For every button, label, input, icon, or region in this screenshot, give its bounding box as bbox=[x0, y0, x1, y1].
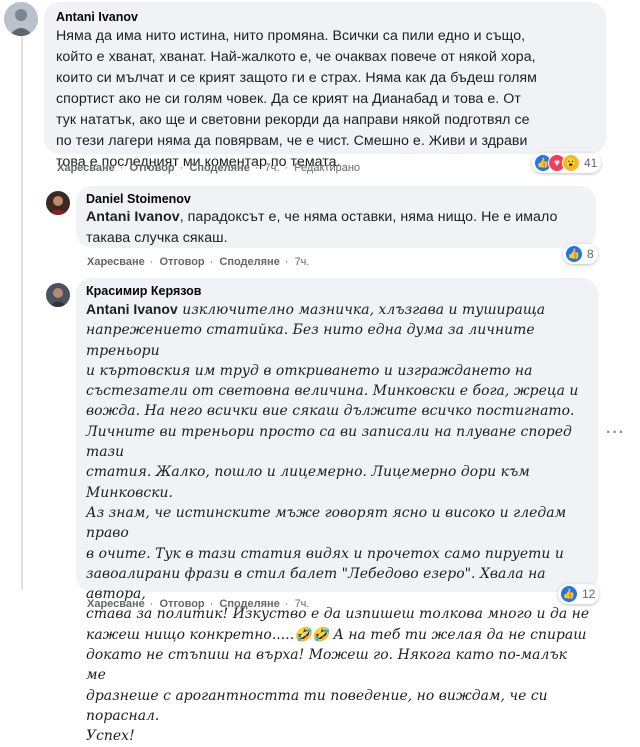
mention-link[interactable]: Antani Ivanov bbox=[86, 301, 178, 317]
comment-text: Antani Ivanov, парадоксът е, че няма ост… bbox=[86, 207, 586, 249]
reaction-summary[interactable]: 👍 12 bbox=[558, 584, 600, 604]
comment-line: изключително мазничка, хлъзгава и тушира… bbox=[177, 302, 546, 318]
like-icon: 👍 bbox=[560, 585, 578, 603]
person-photo-icon bbox=[46, 191, 70, 215]
reaction-summary[interactable]: 👍 8 bbox=[563, 244, 598, 264]
reply-link[interactable]: Отговор bbox=[160, 256, 205, 268]
avatar[interactable] bbox=[46, 191, 70, 215]
comment-line: състезатели от световна величина. Минков… bbox=[86, 383, 579, 400]
comment-line: такава случка сякаш. bbox=[86, 230, 228, 246]
avatar[interactable] bbox=[4, 2, 38, 36]
comment-author[interactable]: Красимир Керязов bbox=[86, 284, 590, 298]
reaction-count: 12 bbox=[582, 587, 596, 601]
comment-bubble: Antani Ivanov Няма да има нито истина, н… bbox=[44, 2, 606, 170]
comment-actions: Харесване · Отговор · Споделяне · 7ч. bbox=[87, 598, 310, 610]
reaction-summary[interactable]: 👍 ♥ 😮 41 bbox=[532, 153, 602, 173]
timestamp[interactable]: 7ч. bbox=[295, 256, 310, 268]
comment-line: спортист ако не си голям човек. Да се кр… bbox=[56, 91, 521, 107]
mention-link[interactable]: Antani Ivanov bbox=[86, 209, 180, 225]
comment-line: Аз знам, че истинските мъже говорят ясно… bbox=[86, 504, 567, 542]
comment-line: дразнеше с арогантността ти поведение, н… bbox=[86, 687, 548, 724]
comment-line: кажеш нищо конкретно.....🤣🤣 А на теб ти … bbox=[86, 626, 587, 643]
comment-line: напрежението статийка. Без нито една дум… bbox=[86, 322, 535, 359]
comment-bubble: Красимир Керязов Antani Ivanov изключите… bbox=[76, 278, 598, 744]
comment-line: който е хванат, хванат. Най-жалкото е, ч… bbox=[56, 49, 536, 65]
person-photo-icon bbox=[46, 283, 70, 307]
like-link[interactable]: Харесване bbox=[87, 598, 145, 610]
comment-line: статия. Жалко, пошло и лицемерно. Лицеме… bbox=[86, 464, 530, 501]
comment-line: Личните ви треньори просто са ви записал… bbox=[86, 423, 572, 461]
comment-actions: Харесване · Отговор · Споделяне · 7ч. bbox=[87, 256, 310, 268]
more-options-icon[interactable]: ··· bbox=[606, 424, 625, 442]
avatar[interactable] bbox=[46, 283, 70, 307]
comment-line: Няма да има нито истина, нито промяна. В… bbox=[56, 28, 526, 44]
comment-text: Antani Ivanov изключително мазничка, хлъ… bbox=[86, 299, 590, 747]
reaction-count: 8 bbox=[587, 247, 594, 261]
comment-author[interactable]: Antani Ivanov bbox=[56, 10, 596, 24]
thread-line bbox=[21, 30, 23, 590]
like-icon: 👍 bbox=[565, 245, 583, 263]
comment-line: Успех! bbox=[86, 728, 135, 745]
wow-icon: 😮 bbox=[562, 154, 580, 172]
timestamp[interactable]: 7ч. bbox=[295, 598, 310, 610]
reaction-count: 41 bbox=[584, 156, 598, 170]
share-link[interactable]: Споделяне bbox=[189, 162, 249, 174]
comment-line: които си мълчат и се крият защото ги е с… bbox=[56, 70, 537, 86]
edited-label: Редактирано bbox=[294, 162, 361, 174]
comment-line: докато не стъпиш на върха! Можеш го. Няк… bbox=[86, 647, 567, 684]
comment-bubble: Daniel Stoimenov Antani Ivanov, парадокс… bbox=[76, 186, 596, 248]
comment-line: и къртовския им труд в откриването и изг… bbox=[86, 362, 533, 379]
comment-line: вожда. На него всички вие сякаш дължите … bbox=[86, 403, 575, 420]
person-photo-icon bbox=[4, 2, 38, 36]
comment-line: в очите. Тук в тази статия видях и проче… bbox=[86, 545, 564, 562]
reply-link[interactable]: Отговор bbox=[160, 598, 205, 610]
share-link[interactable]: Споделяне bbox=[219, 256, 279, 268]
comment-line: по тези лагери няма да повярвам, че е чи… bbox=[56, 133, 528, 149]
share-link[interactable]: Споделяне bbox=[219, 598, 279, 610]
comment-line: тук нататък, ако ще и световни рекорди д… bbox=[56, 112, 530, 128]
like-link[interactable]: Харесване bbox=[57, 162, 115, 174]
comment-line: , парадоксът е, че няма оставки, няма ни… bbox=[179, 209, 558, 225]
reply-link[interactable]: Отговор bbox=[130, 162, 175, 174]
comment-actions: Харесване · Отговор · Споделяне · 7ч. · Реда… bbox=[57, 162, 361, 174]
comment-text: Няма да има нито истина, нито промяна. В… bbox=[56, 26, 596, 173]
comment-author[interactable]: Daniel Stoimenov bbox=[86, 192, 586, 206]
like-link[interactable]: Харесване bbox=[87, 256, 145, 268]
timestamp[interactable]: 7ч. bbox=[265, 162, 280, 174]
